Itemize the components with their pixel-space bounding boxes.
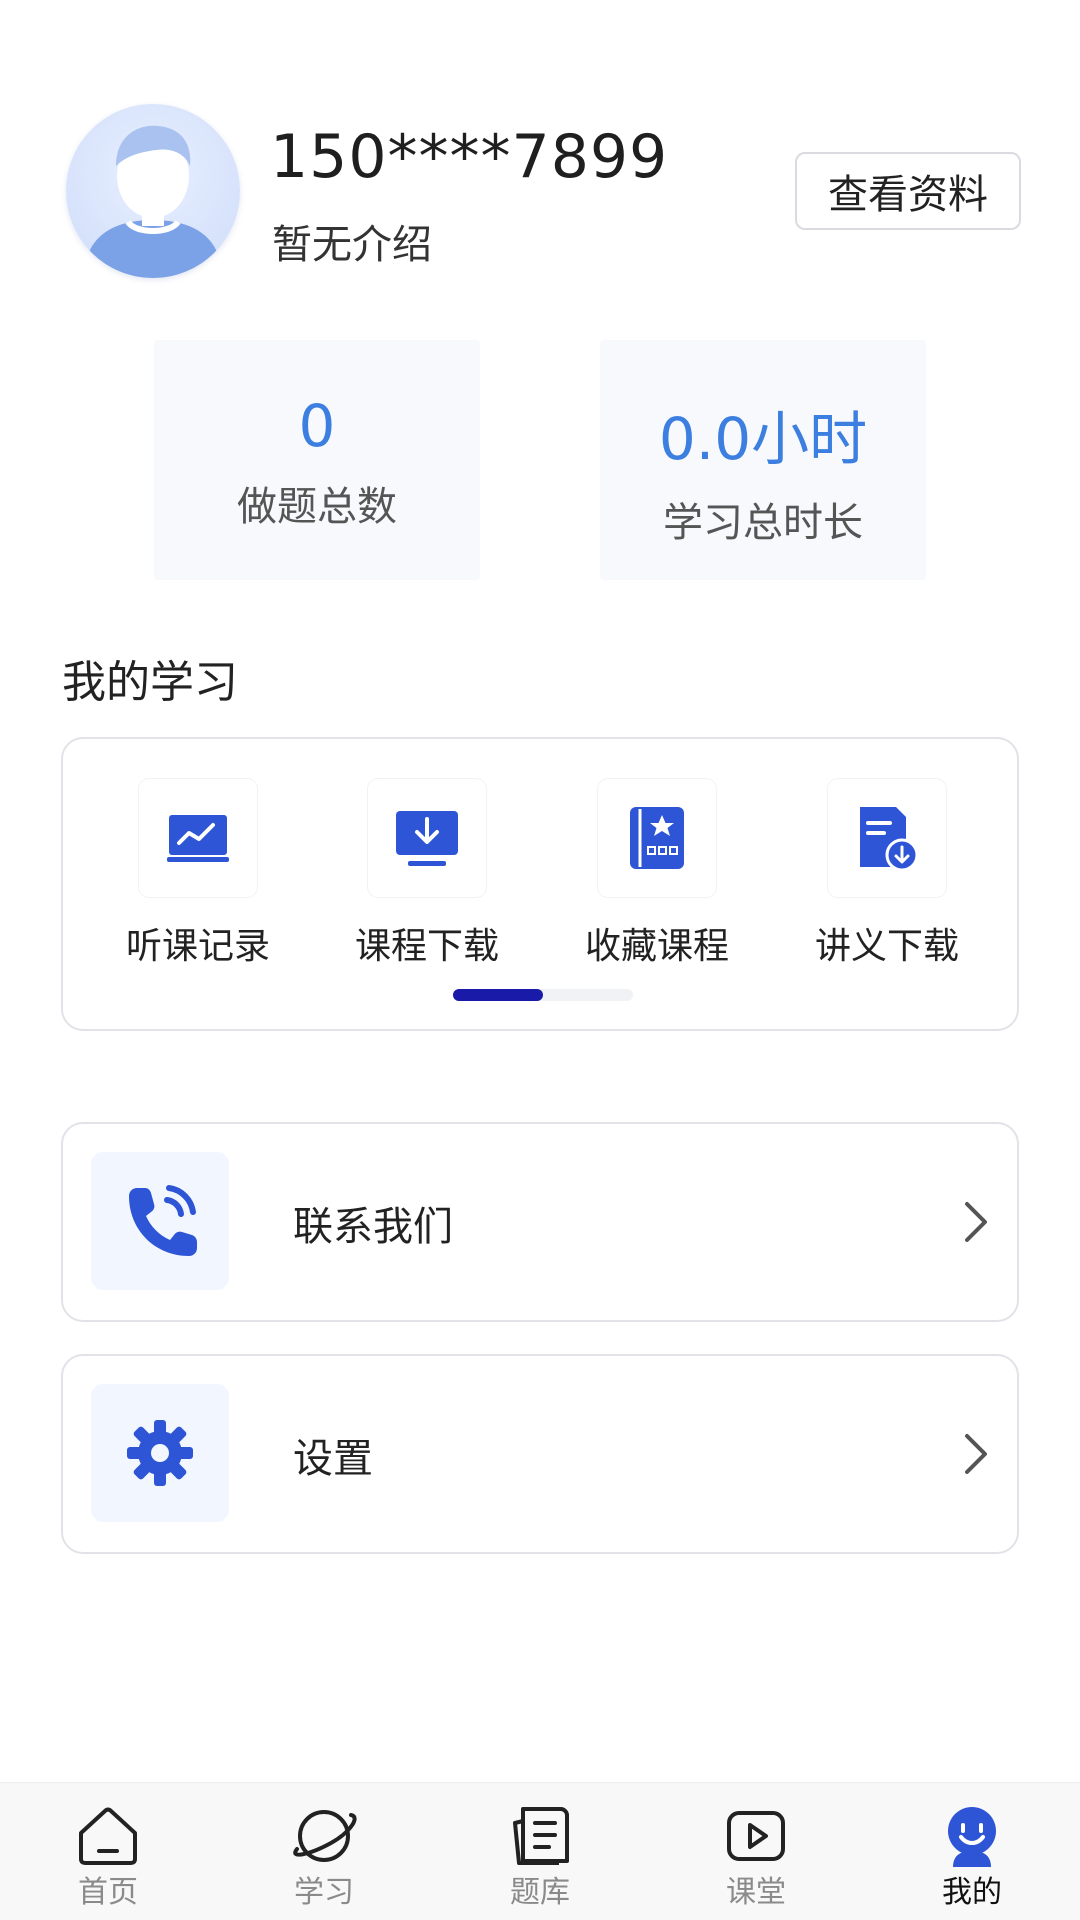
stat-label: 做题总数 (237, 484, 397, 530)
nav-item-home[interactable]: 首页 (38, 1805, 178, 1911)
chart-screen-icon (167, 815, 229, 862)
avatar-placeholder-icon (84, 125, 222, 278)
nav-item-study[interactable]: 学习 (254, 1805, 394, 1911)
section-title-my-study: 我的学习 (62, 657, 238, 708)
video-play-icon (727, 1811, 785, 1861)
view-profile-button[interactable]: 查看资料 (795, 152, 1021, 230)
phone-call-icon (129, 1185, 197, 1256)
home-icon (79, 1807, 137, 1865)
stat-value: 0 (298, 392, 336, 460)
study-item-listening-history[interactable]: 听课记录 (118, 779, 278, 969)
chevron-right-icon (965, 1434, 987, 1474)
study-item-favorite-courses[interactable]: 收藏课程 (577, 779, 737, 969)
study-scroll-indicator (453, 989, 633, 1001)
stat-value: 0.0小时 (658, 405, 868, 473)
settings-label: 设置 (293, 1436, 373, 1482)
stat-card-questions[interactable]: 0 做题总数 (154, 340, 480, 580)
phone-number: 150****7899 (270, 122, 669, 192)
profile-intro: 暂无介绍 (272, 222, 432, 268)
chevron-right-icon (965, 1202, 987, 1242)
question-bank-icon (513, 1807, 569, 1865)
contact-us-row[interactable]: 联系我们 (61, 1122, 1019, 1322)
profile-face-icon (948, 1807, 996, 1867)
study-item-course-download[interactable]: 课程下载 (347, 779, 507, 969)
profile-page: 150****7899 暂无介绍 查看资料 0 做题总数 0.0小时 学习总时长… (0, 0, 1080, 1920)
scroll-indicator-thumb (453, 989, 543, 1001)
planet-icon (293, 1810, 357, 1862)
nav-item-classroom[interactable]: 课堂 (686, 1805, 826, 1911)
bottom-navigation: 首页 学习 题库 课堂 我的 (0, 1782, 1080, 1920)
stat-card-study-time[interactable]: 0.0小时 学习总时长 (600, 340, 926, 580)
study-item-handout-download[interactable]: 讲义下载 (807, 779, 967, 969)
star-book-icon (630, 807, 684, 869)
gear-icon (127, 1420, 193, 1486)
my-study-card: 听课记录 课程下载 收藏课程 讲义下载 (61, 737, 1019, 1031)
avatar[interactable] (66, 104, 240, 278)
download-screen-icon (396, 811, 458, 866)
nav-item-question-bank[interactable]: 题库 (470, 1805, 610, 1911)
nav-item-mine[interactable]: 我的 (902, 1805, 1042, 1911)
settings-row[interactable]: 设置 (61, 1354, 1019, 1554)
profile-header: 150****7899 暂无介绍 查看资料 (66, 104, 1021, 284)
contact-us-label: 联系我们 (293, 1204, 453, 1250)
document-download-icon (860, 807, 918, 871)
stat-label: 学习总时长 (663, 500, 863, 546)
